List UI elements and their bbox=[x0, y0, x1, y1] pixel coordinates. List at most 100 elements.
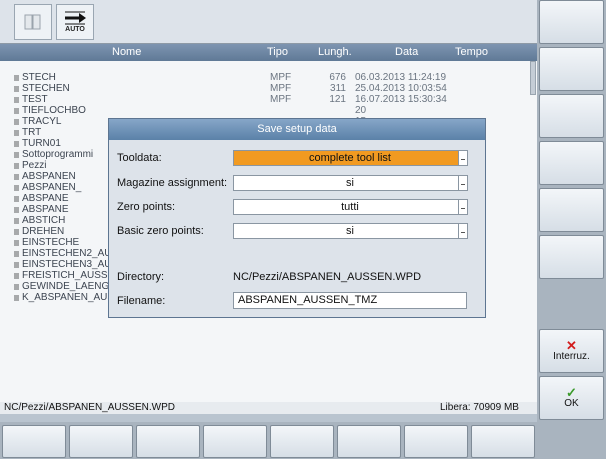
file-length: 311 bbox=[330, 83, 346, 94]
free-space: Libera: 70909 MB bbox=[440, 402, 519, 413]
basic-zero-select[interactable]: si bbox=[233, 223, 468, 239]
hsoftkey-3[interactable] bbox=[136, 425, 200, 458]
dropdown-icon[interactable] bbox=[458, 199, 468, 215]
file-name: EINSTECHE bbox=[22, 237, 80, 248]
file-name: TIEFLOCHBO bbox=[22, 105, 86, 116]
col-type[interactable]: Tipo bbox=[267, 46, 288, 58]
hsoftkey-8[interactable] bbox=[471, 425, 535, 458]
top-toolbar: AUTO bbox=[0, 0, 537, 44]
zero-points-value: tutti bbox=[341, 201, 359, 213]
auto-label: AUTO bbox=[65, 26, 85, 33]
file-name: GEWINDE_LAENGS bbox=[22, 281, 116, 292]
magazine-select[interactable]: si bbox=[233, 175, 468, 191]
hsoftkey-7[interactable] bbox=[404, 425, 468, 458]
hsoftkey-6[interactable] bbox=[337, 425, 401, 458]
check-icon: ✓ bbox=[566, 385, 577, 400]
magazine-label: Magazine assignment: bbox=[117, 177, 228, 189]
softkey-3[interactable] bbox=[539, 94, 604, 138]
directory-value: NC/Pezzi/ABSPANEN_AUSSEN.WPD bbox=[233, 271, 422, 283]
zero-points-select[interactable]: tutti bbox=[233, 199, 468, 215]
file-icon bbox=[14, 284, 19, 290]
filename-input[interactable]: ABSPANEN_AUSSEN_TMZ bbox=[233, 292, 467, 309]
column-header: Nome Tipo Lungh. Data Tempo bbox=[0, 44, 537, 61]
file-icon bbox=[14, 174, 19, 180]
file-icon bbox=[14, 295, 19, 301]
dropdown-icon[interactable] bbox=[458, 223, 468, 239]
file-name: TEST bbox=[22, 94, 48, 105]
file-name: ABSPANE bbox=[22, 204, 69, 215]
file-name: TRACYL bbox=[22, 116, 62, 127]
file-icon bbox=[14, 185, 19, 191]
file-name: FREISTICH_AUSSEN bbox=[22, 270, 122, 281]
file-length: 676 bbox=[329, 72, 346, 83]
file-icon bbox=[14, 218, 19, 224]
file-icon bbox=[14, 251, 19, 257]
tooldata-select[interactable]: complete tool list bbox=[233, 150, 468, 166]
dropdown-icon[interactable] bbox=[458, 150, 468, 166]
hsoftkey-2[interactable] bbox=[69, 425, 133, 458]
folder-icon[interactable] bbox=[14, 4, 52, 40]
file-length: 121 bbox=[329, 94, 346, 105]
file-icon bbox=[14, 141, 19, 147]
cancel-label: Interruz. bbox=[553, 351, 590, 362]
softkey-4[interactable] bbox=[539, 141, 604, 185]
hsoftkey-1[interactable] bbox=[2, 425, 66, 458]
file-icon bbox=[14, 196, 19, 202]
file-date: 16.07.2013 15:30:34 bbox=[355, 94, 447, 105]
file-date: 06.03.2013 11:24:19 bbox=[355, 72, 447, 83]
horizontal-softkeys bbox=[0, 422, 537, 459]
file-icon bbox=[14, 108, 19, 114]
file-date: 20 bbox=[355, 105, 367, 116]
file-icon bbox=[14, 152, 19, 158]
dialog-title: Save setup data bbox=[109, 119, 485, 140]
col-length[interactable]: Lungh. bbox=[318, 46, 352, 58]
cancel-button[interactable]: ✕ Interruz. bbox=[539, 329, 604, 373]
file-name: ABSPANE bbox=[22, 193, 69, 204]
softkey-6[interactable] bbox=[539, 235, 604, 279]
magazine-value: si bbox=[346, 177, 354, 189]
file-name: DREHEN bbox=[22, 226, 65, 237]
file-icon bbox=[14, 97, 19, 103]
file-type: MPF bbox=[270, 72, 292, 83]
ok-label: OK bbox=[564, 398, 579, 409]
cancel-icon: ✕ bbox=[566, 338, 577, 353]
file-name: TURN01 bbox=[22, 138, 61, 149]
softkey-2[interactable] bbox=[539, 47, 604, 91]
file-name: STECHEN bbox=[22, 83, 70, 94]
file-icon bbox=[14, 229, 19, 235]
basic-zero-label: Basic zero points: bbox=[117, 225, 204, 237]
file-type: MPF bbox=[270, 83, 292, 94]
file-name: ABSPANEN bbox=[22, 171, 76, 182]
save-setup-dialog: Save setup data Tooldata: complete tool … bbox=[108, 118, 486, 318]
hsoftkey-4[interactable] bbox=[203, 425, 267, 458]
file-icon bbox=[14, 207, 19, 213]
file-date: 25.04.2013 10:03:54 bbox=[355, 83, 447, 94]
filename-label: Filename: bbox=[117, 295, 166, 307]
file-icon bbox=[14, 130, 19, 136]
dropdown-icon[interactable] bbox=[458, 175, 468, 191]
status-path: NC/Pezzi/ABSPANEN_AUSSEN.WPD bbox=[4, 402, 175, 413]
file-icon bbox=[14, 273, 19, 279]
directory-label: Directory: bbox=[117, 271, 165, 283]
col-date[interactable]: Data bbox=[395, 46, 418, 58]
file-icon bbox=[14, 262, 19, 268]
hsoftkey-5[interactable] bbox=[270, 425, 334, 458]
scrollbar-thumb[interactable] bbox=[530, 61, 536, 95]
col-time[interactable]: Tempo bbox=[455, 46, 488, 58]
ok-button[interactable]: ✓ OK bbox=[539, 376, 604, 420]
file-name: ABSTICH bbox=[22, 215, 66, 226]
softkey-5[interactable] bbox=[539, 188, 604, 232]
file-name: TRT bbox=[22, 127, 42, 138]
basic-zero-value: si bbox=[346, 225, 354, 237]
file-icon bbox=[14, 75, 19, 81]
file-icon bbox=[14, 86, 19, 92]
col-name[interactable]: Nome bbox=[112, 46, 141, 58]
file-icon bbox=[14, 240, 19, 246]
auto-mode-icon[interactable]: AUTO bbox=[56, 4, 94, 40]
softkey-1[interactable] bbox=[539, 0, 604, 44]
file-name: ABSPANEN_ bbox=[22, 182, 82, 193]
tooldata-label: Tooldata: bbox=[117, 152, 162, 164]
file-name: Pezzi bbox=[22, 160, 47, 171]
file-name: STECH bbox=[22, 72, 56, 83]
zero-points-label: Zero points: bbox=[117, 201, 176, 213]
